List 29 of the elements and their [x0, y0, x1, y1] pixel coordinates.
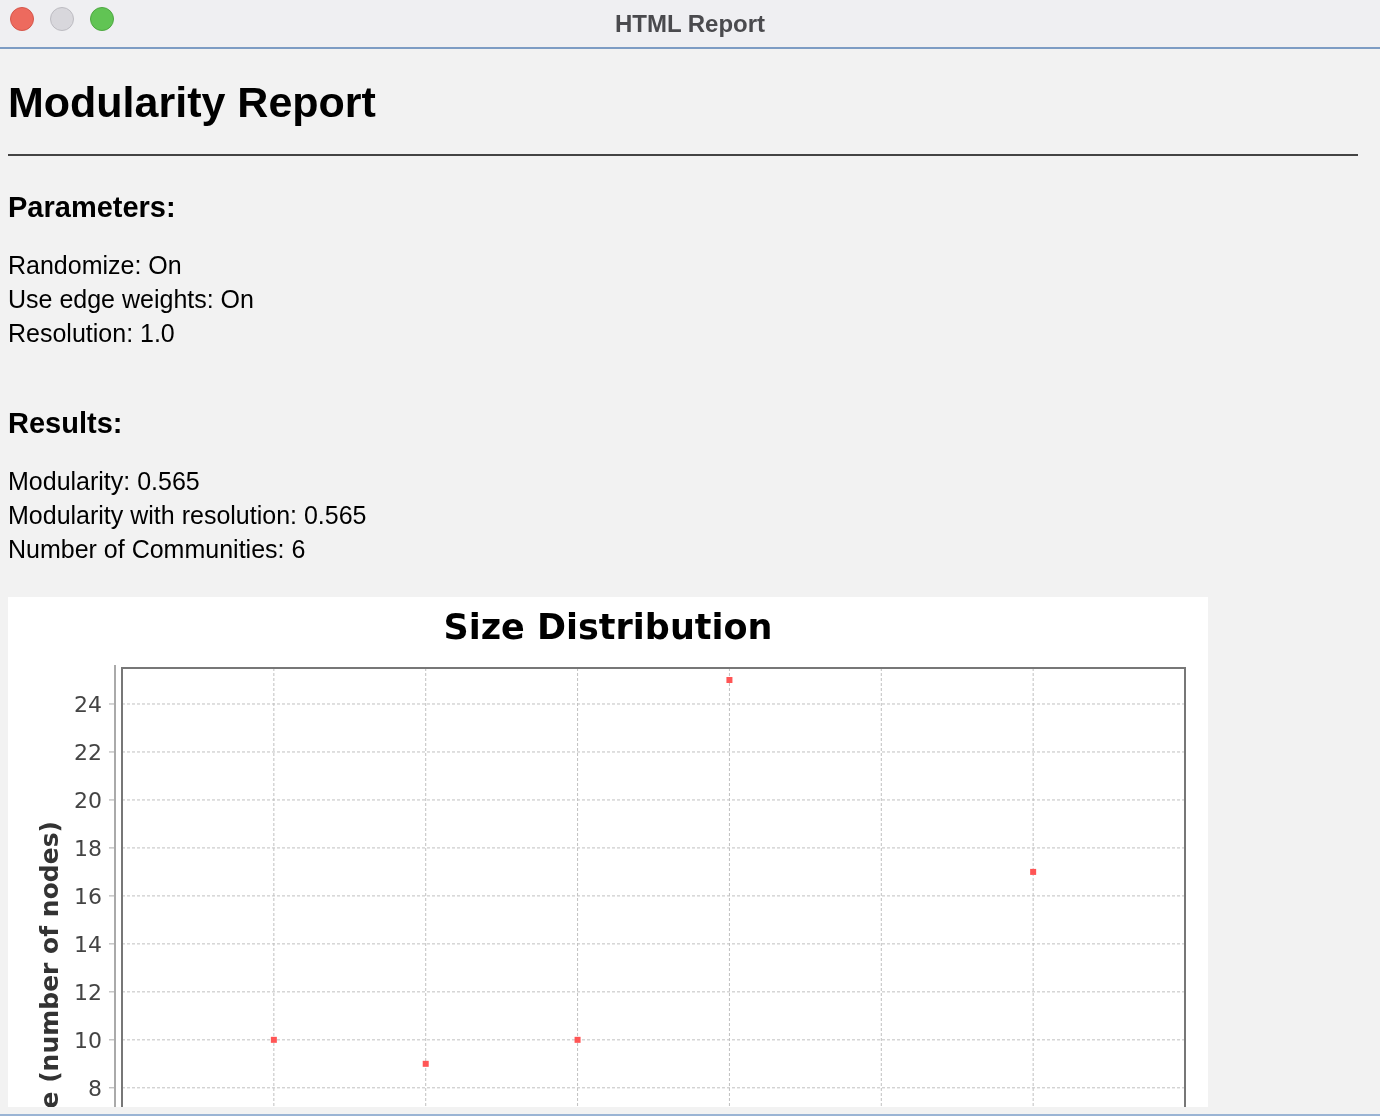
report-line: Randomize: On	[8, 250, 183, 282]
chart-title: Size Distribution	[443, 606, 773, 647]
close-icon[interactable]	[10, 7, 34, 31]
data-point	[726, 676, 733, 683]
minimize-icon[interactable]	[50, 7, 74, 31]
report-line: Modularity with resolution: 0.565	[8, 499, 368, 531]
y-tick-label: 16	[74, 883, 102, 909]
report-line: Modularity: 0.565	[8, 465, 201, 497]
window-title: HTML Report	[614, 9, 766, 38]
y-tick-label: 18	[74, 835, 102, 861]
section-heading: Parameters:	[8, 190, 177, 226]
y-tick-label: 8	[88, 1075, 102, 1101]
y-tick-label: 10	[74, 1027, 102, 1053]
y-tick-label: 20	[74, 787, 102, 813]
y-tick-label: 22	[74, 739, 102, 765]
data-point	[422, 1060, 429, 1067]
data-point	[270, 1036, 277, 1043]
y-tick-label: 24	[74, 691, 102, 717]
data-point	[1030, 868, 1037, 875]
zoom-icon[interactable]	[90, 7, 114, 31]
section-heading: Results:	[8, 406, 124, 441]
y-tick-label: 14	[74, 931, 102, 957]
y-tick-label: 12	[74, 979, 102, 1005]
report-line: Resolution: 1.0	[8, 318, 176, 350]
y-axis-label: e (number of nodes)	[35, 820, 64, 1107]
report-title: Modularity Report	[8, 79, 377, 127]
report-line: Use edge weights: On	[8, 284, 255, 316]
report-line: Number of Communities: 6	[8, 533, 307, 565]
data-point	[574, 1036, 581, 1043]
